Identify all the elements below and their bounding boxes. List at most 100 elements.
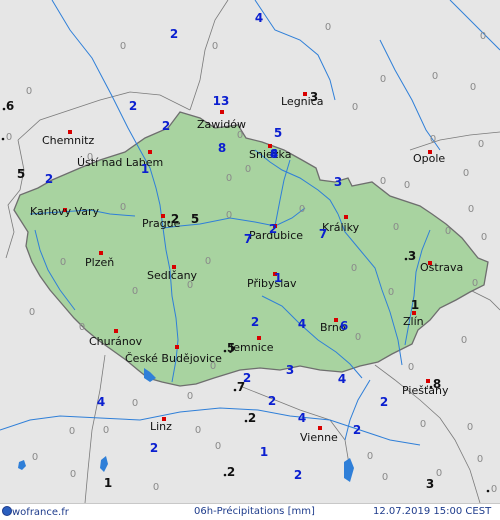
precip-value: 0 [404, 180, 410, 191]
precip-value: 0 [60, 257, 66, 268]
precip-value: 3 [334, 175, 342, 189]
precip-value: 0 [70, 469, 76, 480]
city-label: Churánov [89, 335, 143, 348]
precip-value: 7 [244, 232, 252, 246]
precip-value: 1 [411, 298, 419, 312]
precip-value: 0 [32, 452, 38, 463]
precip-value: 0 [436, 468, 442, 479]
precip-value: 0 [226, 173, 232, 184]
precip-value: 5 [191, 212, 199, 226]
brand-link[interactable]: wofrance.fr [2, 506, 69, 518]
precip-value: 13 [213, 94, 230, 108]
precip-value: 0 [132, 398, 138, 409]
precip-value: 3 [426, 477, 434, 491]
precip-value: 2 [171, 212, 179, 226]
city-marker [257, 336, 261, 340]
precip-value: 2 [129, 99, 137, 113]
precip-value: 0 [481, 232, 487, 243]
precip-value: 0 [215, 441, 221, 452]
station-dot [2, 107, 6, 111]
precip-value: 2 [380, 395, 388, 409]
precip-value: 0 [69, 426, 75, 437]
precip-value: 0 [153, 482, 159, 493]
station-dot [223, 473, 227, 477]
precip-value: 3 [310, 90, 318, 104]
station-dot [1, 137, 5, 141]
precip-value: 2 [269, 222, 277, 236]
precip-value: 0 [29, 307, 35, 318]
precip-value: 0 [26, 86, 32, 97]
precip-value: 0 [299, 204, 305, 215]
precip-value: 0 [87, 152, 93, 163]
precip-value: 0 [432, 71, 438, 82]
map-datetime: 12.07.2019 15:00 CEST [373, 506, 492, 517]
precip-value: 0 [325, 22, 331, 33]
city-label: Linz [150, 420, 172, 433]
precip-value: 5 [17, 167, 25, 181]
precip-value: 0 [103, 425, 109, 436]
precip-value: 0 [205, 256, 211, 267]
precip-value: 1 [274, 271, 282, 285]
station-dot [223, 349, 227, 353]
station-dot [486, 489, 490, 493]
station-dot [404, 257, 408, 261]
precip-value: 0 [355, 332, 361, 343]
station-dot [233, 388, 237, 392]
precip-value: 2 [294, 468, 302, 482]
precip-value: 0 [393, 222, 399, 233]
city-label: Vienne [300, 431, 338, 444]
city-marker [426, 379, 430, 383]
city-label: České Budějovice [125, 352, 222, 365]
precip-value: 2 [150, 441, 158, 455]
precip-value: 0 [226, 210, 232, 221]
city-label: Piešťany [402, 384, 449, 397]
precip-value: 5 [227, 341, 235, 355]
precip-value: 2 [248, 411, 256, 425]
precip-value: 0 [408, 362, 414, 373]
precip-value: 8 [433, 377, 441, 391]
precip-value: 8 [218, 141, 226, 155]
city-marker [114, 329, 118, 333]
precip-value: 0 [491, 484, 497, 495]
city-marker [99, 251, 103, 255]
city-label: Ostrava [420, 261, 463, 274]
precip-value: 4 [298, 317, 306, 331]
precip-value: 2 [45, 172, 53, 186]
precip-value: 5 [274, 126, 282, 140]
precip-value: 8 [270, 147, 278, 161]
precip-value: 2 [353, 423, 361, 437]
city-label: Opole [413, 152, 445, 165]
precip-value: 0 [380, 74, 386, 85]
precip-value: 0 [380, 176, 386, 187]
precip-value: 1 [141, 162, 149, 176]
precip-value: 0 [461, 335, 467, 346]
precip-value: 0 [468, 204, 474, 215]
city-label: Karlovy Vary [30, 205, 100, 218]
precip-value: 0 [472, 278, 478, 289]
precip-value: 0 [351, 263, 357, 274]
station-dot [429, 385, 433, 389]
precip-value: 0 [79, 322, 85, 333]
precip-value: 7 [237, 380, 245, 394]
precip-value: 1 [104, 476, 112, 490]
city-marker [344, 215, 348, 219]
precip-value: 0 [187, 280, 193, 291]
precip-value: 2 [170, 27, 178, 41]
precip-value: 0 [480, 31, 486, 42]
precip-value: 6 [6, 99, 14, 113]
precip-value: 3 [408, 249, 416, 263]
precip-value: 2 [268, 394, 276, 408]
precip-value: 0 [470, 82, 476, 93]
map-caption: 06h-Précipitations [mm] [194, 506, 315, 517]
globe-icon [2, 506, 12, 516]
precip-value: 3 [286, 363, 294, 377]
precip-value: 2 [162, 119, 170, 133]
precip-value: 0 [245, 164, 251, 175]
city-label: Zlín [403, 315, 424, 328]
city-label: Jemnice [229, 341, 274, 354]
precip-value: 0 [382, 472, 388, 483]
city-label: Králiky [322, 221, 360, 234]
precip-value: 2 [227, 465, 235, 479]
precip-value: 4 [97, 395, 105, 409]
precip-value: 0 [120, 202, 126, 213]
